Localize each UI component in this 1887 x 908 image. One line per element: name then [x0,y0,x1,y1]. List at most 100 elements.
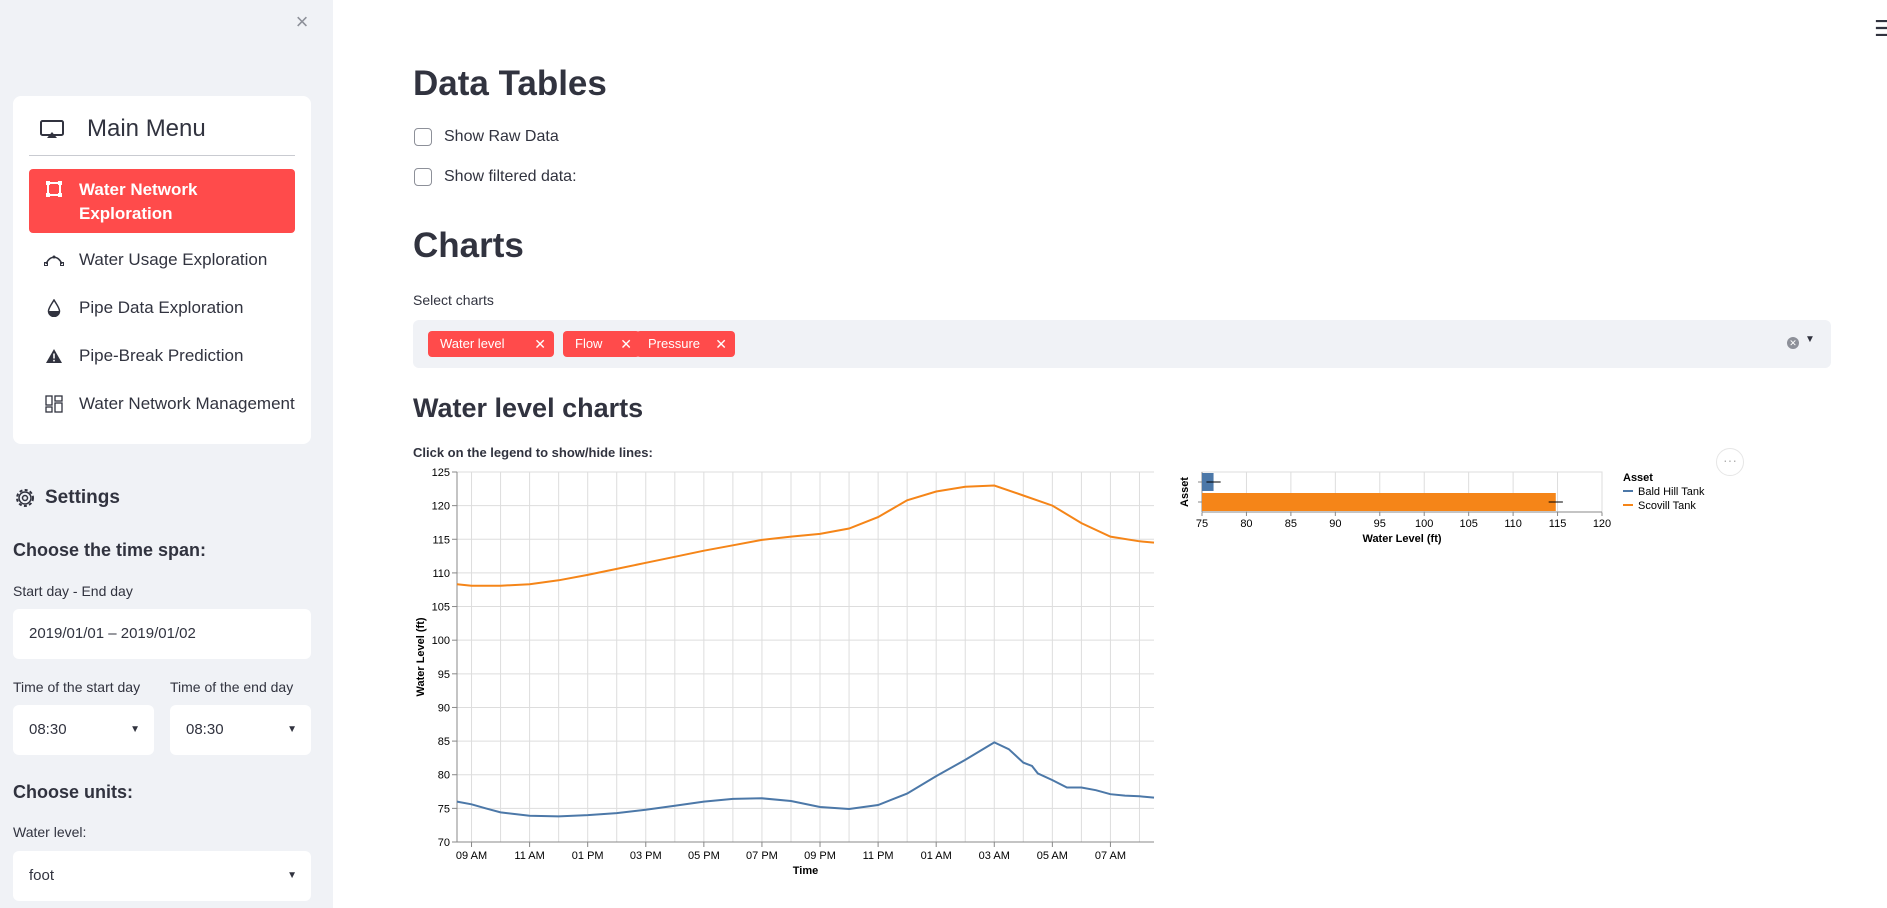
tag-pressure[interactable]: Pressure ✕ [636,331,735,357]
menu-item-water-network-exploration[interactable]: Water Network Exploration [29,169,295,233]
bar-scovill-tank [1202,493,1556,511]
x-tick-label: 95 [1374,518,1386,530]
water-level-unit-value: foot [29,867,55,884]
y-tick-label: 90 [438,702,450,714]
x-tick-label: 01 AM [921,850,952,862]
sidebar: × Main Menu Water Network Exploration Wa… [0,0,333,908]
legend-title: Asset [1623,472,1653,484]
x-tick-label: 120 [1593,518,1611,530]
clear-icon[interactable]: ✕ [1787,337,1799,349]
charts-title: Charts [413,226,524,265]
hamburger-menu-icon[interactable]: ☰ [1874,16,1887,42]
settings-title: Settings [45,487,120,508]
menu-item-label: Pipe Data Exploration [79,298,244,317]
grid-icon [43,393,65,415]
x-tick-label: 115 [1549,518,1567,530]
x-tick-label: 75 [1196,518,1208,530]
show-filtered-data-checkbox[interactable]: Show filtered data: [414,168,577,186]
x-tick-label: 07 PM [746,850,778,862]
y-tick-label: 100 [432,635,450,647]
y-tick-label: 120 [432,501,450,513]
date-range-input[interactable]: 2019/01/01 – 2019/01/02 [13,609,311,659]
tag-flow[interactable]: Flow ✕ [563,331,640,357]
legend-label: Bald Hill Tank [1638,486,1705,498]
chevron-down-icon: ▼ [287,870,297,881]
x-tick-label: 07 AM [1095,850,1126,862]
start-time-select[interactable]: 08:30 ▼ [13,705,154,755]
y-axis-label: Water Level (ft) [415,617,427,696]
tag-label: Flow [575,336,603,351]
show-raw-data-checkbox[interactable]: Show Raw Data [414,128,559,146]
gear-icon [16,489,34,507]
x-tick-label: 100 [1415,518,1433,530]
y-tick-label: 85 [438,736,450,748]
checkbox-box[interactable] [414,168,432,186]
y-tick-label: 105 [432,602,450,614]
select-charts-multiselect[interactable]: Water level ✕ Flow ✕ Pressure ✕ ✕ ▼ [413,320,1831,368]
chevron-down-icon: ▼ [130,724,140,735]
x-tick-label: 09 AM [456,850,487,862]
series-line-bald-hill-tank [456,741,1155,818]
data-tables-title: Data Tables [413,64,607,103]
checkbox-label: Show Raw Data [444,128,559,145]
menu-divider [29,155,295,156]
close-icon[interactable]: ✕ [715,331,727,357]
x-tick-label: 90 [1329,518,1341,530]
x-tick-label: 05 PM [688,850,720,862]
chevron-down-icon[interactable]: ▼ [1805,334,1815,345]
y-tick-label: 95 [438,669,450,681]
checkbox-box[interactable] [414,128,432,146]
x-axis-label: Water Level (ft) [1362,533,1441,545]
x-tick-label: 09 PM [804,850,836,862]
x-tick-label: 11 AM [514,850,544,862]
menu-item-label: Pipe-Break Prediction [79,346,244,365]
units-heading: Choose units: [13,782,133,802]
x-axis-label: Time [793,865,818,877]
x-tick-label: 110 [1504,518,1522,530]
x-tick-label: 85 [1285,518,1297,530]
y-axis-label: Asset [1179,477,1191,507]
x-tick-label: 01 PM [572,850,604,862]
close-icon[interactable]: ✕ [534,331,546,357]
water-level-line-chart: 70 75 80 85 90 95 100 105 110 115 120 125 09 AM 11 AM… [415,467,1155,877]
checkbox-label: Show filtered data: [444,168,577,185]
bounding-box-icon [43,178,65,200]
menu-item-water-network-management[interactable]: Water Network Management [29,389,295,419]
end-time-select[interactable]: 08:30 ▼ [170,705,311,755]
water-level-charts-title: Water level charts [413,393,644,423]
y-tick-label: 125 [432,467,450,479]
bezier-icon [43,249,65,271]
water-level-unit-label: Water level: [13,824,87,840]
main-menu: Main Menu Water Network Exploration Wate… [13,96,311,444]
end-time-value: 08:30 [186,721,224,738]
chart-caption: Click on the legend to show/hide lines: [413,445,653,460]
x-tick-label: 05 AM [1037,850,1068,862]
date-range-value: 2019/01/01 – 2019/01/02 [29,625,196,642]
water-level-unit-select[interactable]: foot ▼ [13,851,311,901]
close-icon[interactable]: × [292,10,312,34]
legend-label: Scovill Tank [1638,500,1696,512]
start-time-label: Time of the start day [13,679,141,695]
cast-icon [40,120,64,138]
time-span-heading: Choose the time span: [13,540,207,560]
menu-item-label: Water Network Exploration [79,180,198,223]
menu-item-pipe-data-exploration[interactable]: Pipe Data Exploration [29,293,295,323]
settings-heading: Settings [13,486,120,510]
x-tick-label: 80 [1240,518,1252,530]
start-time-value: 08:30 [29,721,67,738]
tag-label: Water level [440,336,505,351]
close-icon[interactable]: ✕ [620,331,632,357]
menu-item-label: Water Network Management [79,394,295,413]
y-tick-label: 110 [432,568,450,580]
y-tick-label: 115 [432,534,450,546]
y-tick-label: 80 [438,770,450,782]
x-tick-label: 03 PM [630,850,662,862]
tag-water-level[interactable]: Water level ✕ [428,331,554,357]
menu-item-water-usage-exploration[interactable]: Water Usage Exploration [29,245,295,275]
select-charts-label: Select charts [413,292,494,308]
end-time-label: Time of the end day [170,679,294,695]
menu-header: Main Menu [39,114,206,144]
x-tick-label: 11 PM [863,850,894,862]
menu-item-pipe-break-prediction[interactable]: Pipe-Break Prediction [29,341,295,371]
y-tick-label: 75 [438,803,450,815]
